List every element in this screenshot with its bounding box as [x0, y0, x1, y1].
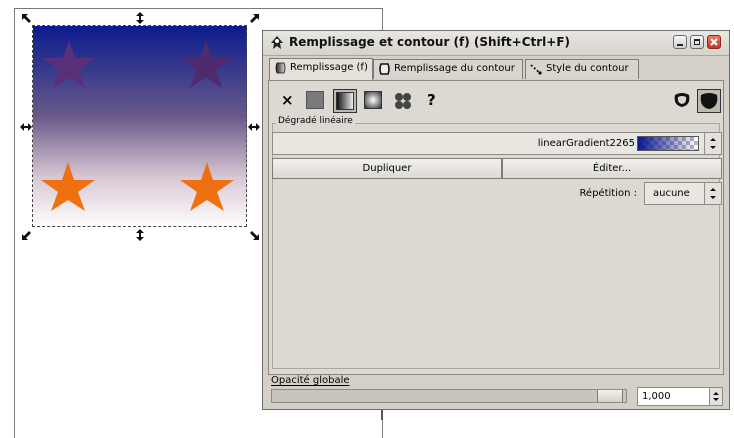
- gradient-select-spin[interactable]: [704, 133, 721, 154]
- fill-rule-evenodd-button[interactable]: [671, 89, 695, 113]
- chevron-up-down-icon: [713, 392, 719, 401]
- maximize-button[interactable]: [690, 35, 704, 49]
- fill-rule-nonzero-icon: [700, 93, 718, 109]
- fill-tab-icon: [275, 62, 286, 74]
- duplicate-label: Dupliquer: [362, 163, 412, 174]
- opacity-slider-handle[interactable]: [597, 390, 623, 402]
- fill-stroke-dialog: Remplissage et contour (f) (Shift+Ctrl+F…: [262, 30, 730, 410]
- close-icon: [710, 38, 718, 46]
- inkscape-icon: [271, 36, 283, 49]
- no-paint-icon: ×: [281, 91, 294, 109]
- fill-rule-nonzero-button[interactable]: [697, 89, 721, 113]
- opacity-input[interactable]: 1,000: [637, 387, 723, 406]
- opacity-row: Opacité globale 1,000: [268, 374, 724, 408]
- opacity-label: Opacité globale: [271, 375, 350, 386]
- unset-paint-icon: ?: [427, 91, 436, 109]
- unset-paint-button[interactable]: ?: [420, 89, 444, 113]
- dialog-title: Remplissage et contour (f) (Shift+Ctrl+F…: [289, 35, 571, 49]
- linear-gradient-button[interactable]: [333, 89, 357, 113]
- selection-bounding-box: [32, 25, 247, 227]
- chevron-up-down-icon: [710, 138, 716, 149]
- linear-gradient-section: Dégradé linéaire linearGradient2265 Dupl…: [272, 116, 722, 369]
- scale-handle-bottom-left[interactable]: [21, 229, 33, 241]
- minimize-icon: [677, 44, 683, 46]
- gradient-preview-swatch: [637, 136, 699, 151]
- chevron-up-down-icon: [710, 188, 716, 199]
- stroke-paint-tab-icon: [379, 63, 390, 75]
- scale-handle-top[interactable]: [134, 12, 146, 24]
- tab-fill-label: Remplissage (f): [290, 62, 368, 73]
- gradient-name: linearGradient2265: [537, 138, 635, 149]
- linear-gradient-icon: [336, 92, 354, 110]
- minimize-button[interactable]: [673, 35, 687, 49]
- radial-gradient-button[interactable]: [362, 89, 386, 113]
- scale-handle-left[interactable]: [20, 121, 32, 133]
- scale-handle-top-left[interactable]: [21, 13, 33, 25]
- pattern-icon: [395, 93, 411, 109]
- radial-gradient-icon: [364, 91, 382, 109]
- dialog-titlebar[interactable]: Remplissage et contour (f) (Shift+Ctrl+F…: [263, 31, 729, 56]
- scale-handle-right[interactable]: [248, 121, 260, 133]
- tab-stroke-style-label: Style du contour: [546, 63, 629, 74]
- opacity-spin[interactable]: [709, 388, 722, 405]
- scale-handle-bottom[interactable]: [134, 229, 146, 241]
- scale-handle-bottom-right[interactable]: [248, 229, 260, 241]
- repeat-value: aucune: [653, 188, 690, 199]
- opacity-slider[interactable]: [271, 389, 627, 403]
- fill-tab-panel: × ? Dégradé linéaire linearGradient2265 …: [268, 80, 724, 375]
- repeat-label: Répétition :: [579, 188, 637, 199]
- duplicate-button[interactable]: Dupliquer: [272, 158, 502, 179]
- edit-button[interactable]: Éditer...: [502, 158, 722, 179]
- pattern-button[interactable]: [391, 89, 415, 113]
- edit-label: Éditer...: [592, 163, 632, 174]
- gradient-select[interactable]: linearGradient2265: [272, 132, 722, 155]
- repeat-select[interactable]: aucune: [644, 182, 722, 205]
- tab-stroke-style[interactable]: Style du contour: [525, 59, 639, 79]
- tab-stroke-paint[interactable]: Remplissage du contour: [373, 59, 523, 79]
- scale-handle-top-right[interactable]: [248, 13, 260, 25]
- maximize-icon: [694, 39, 700, 45]
- close-button[interactable]: [707, 35, 721, 49]
- fill-rule-evenodd-icon: [674, 93, 690, 107]
- tab-fill[interactable]: Remplissage (f): [269, 58, 373, 80]
- repeat-select-spin[interactable]: [704, 183, 721, 204]
- no-paint-button[interactable]: ×: [275, 89, 299, 113]
- opacity-value: 1,000: [642, 391, 671, 402]
- tab-stroke-paint-label: Remplissage du contour: [394, 63, 515, 74]
- stroke-style-tab-icon: [530, 64, 542, 75]
- flat-color-icon: [306, 91, 324, 109]
- section-label: Dégradé linéaire: [276, 116, 355, 126]
- flat-color-button[interactable]: [304, 89, 328, 113]
